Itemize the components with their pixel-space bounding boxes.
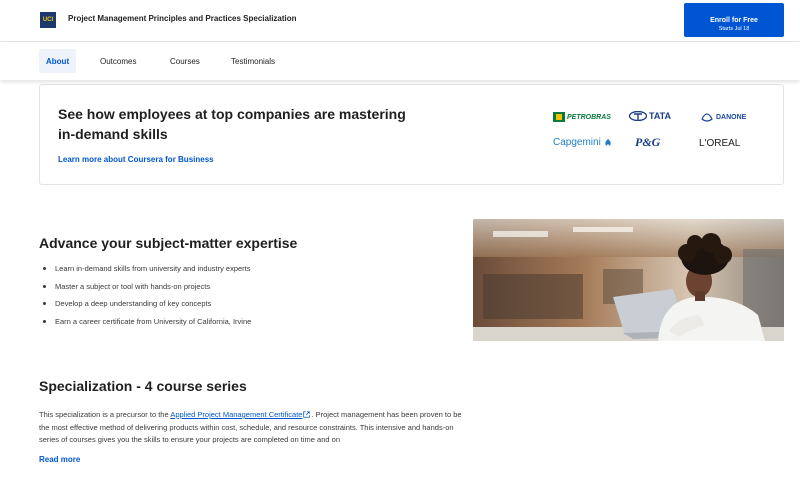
capgemini-logo: Capgemini <box>553 137 613 148</box>
bullet-icon <box>43 302 46 306</box>
uci-logo[interactable]: UCI <box>40 12 56 28</box>
petrobras-icon <box>553 112 565 122</box>
list-item: Master a subject or tool with hands-on p… <box>39 280 251 298</box>
enroll-start-date: Starts Jul 18 <box>718 26 750 32</box>
enroll-label: Enroll for Free <box>710 17 758 24</box>
list-item: Earn a career certificate from Universit… <box>39 315 251 333</box>
brand-petrobras: PETROBRAS <box>567 113 611 121</box>
list-item: Develop a deep understanding of key conc… <box>39 297 251 315</box>
bullet-icon <box>43 267 46 270</box>
certificate-link[interactable]: Applied Project Management Certificate <box>170 410 302 419</box>
tata-logo: TATA <box>629 111 671 121</box>
brand-capgemini: Capgemini <box>553 137 601 148</box>
list-item: Learn in-demand skills from university a… <box>39 262 251 280</box>
tata-icon <box>629 111 647 121</box>
pg-logo: P&G <box>635 135 660 150</box>
top-header: UCI Project Management Principles and Pr… <box>0 0 800 42</box>
section-tabs: About Outcomes Courses Testimonials <box>0 42 800 80</box>
brand-loreal: L'OREAL <box>699 138 741 149</box>
hero-photo <box>473 219 784 341</box>
enroll-button[interactable]: Enroll for Free Starts Jul 18 <box>684 3 784 37</box>
coursera-business-link[interactable]: Learn more about Coursera for Business <box>58 155 214 164</box>
external-link-icon[interactable] <box>303 411 311 418</box>
brand-danone: DANONE <box>716 113 747 121</box>
specialization-heading: Specialization - 4 course series <box>39 378 247 394</box>
description-text-start: This specialization is a precursor to th… <box>39 410 171 419</box>
tab-courses[interactable]: Courses <box>163 49 207 73</box>
list-item-text: Master a subject or tool with hands-on p… <box>55 281 211 291</box>
brand-pg: P&G <box>635 135 661 149</box>
expertise-heading: Advance your subject-matter expertise <box>39 235 298 251</box>
business-heading: See how employees at top companies are m… <box>58 106 406 142</box>
expertise-list: Learn in-demand skills from university a… <box>39 262 251 333</box>
logo-text: UCI <box>42 17 54 23</box>
brand-tata: TATA <box>649 111 671 121</box>
list-item-text: Develop a deep understanding of key conc… <box>55 299 212 309</box>
tab-outcomes[interactable]: Outcomes <box>93 49 143 73</box>
list-item-text: Learn in-demand skills from university a… <box>55 264 251 273</box>
tab-testimonials[interactable]: Testimonials <box>224 49 282 73</box>
specialization-description: This specialization is a precursor to th… <box>39 409 464 447</box>
person-laptop-image <box>473 219 784 341</box>
petrobras-logo: PETROBRAS <box>553 112 611 122</box>
read-more-link[interactable]: Read more <box>39 455 80 464</box>
danone-logo: DANONE <box>700 111 746 123</box>
page-title: Project Management Principles and Practi… <box>68 14 297 23</box>
capgemini-spade-icon <box>605 138 611 146</box>
tab-about[interactable]: About <box>39 49 77 73</box>
danone-icon <box>701 113 713 122</box>
list-item-text: Earn a career certificate from Universit… <box>55 317 252 327</box>
loreal-logo: L'OREAL <box>699 138 740 149</box>
bullet-icon <box>43 320 46 324</box>
business-banner: See how employees at top companies are m… <box>39 84 784 185</box>
bullet-icon <box>43 284 46 288</box>
